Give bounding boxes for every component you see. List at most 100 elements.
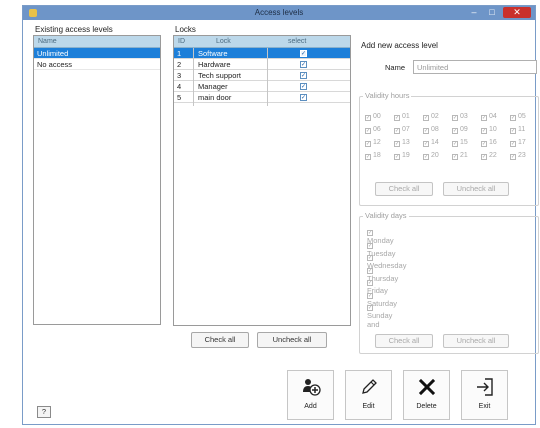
hours-uncheck-all-button[interactable]: Uncheck all bbox=[443, 182, 509, 196]
lock-select-checkbox[interactable]: ✓ bbox=[300, 61, 307, 68]
hour-checkbox[interactable]: ✓ 15 bbox=[452, 139, 468, 147]
lock-id: 2 bbox=[177, 60, 182, 69]
hour-label: 14 bbox=[431, 139, 439, 146]
checkbox-icon: ✓ bbox=[423, 128, 429, 134]
hour-label: 10 bbox=[489, 126, 497, 133]
existing-levels-list[interactable]: Name Unlimited No access bbox=[33, 35, 161, 325]
checkbox-icon: ✓ bbox=[481, 154, 487, 160]
lock-id: 3 bbox=[177, 71, 182, 80]
hour-checkbox[interactable]: ✓ 21 bbox=[452, 152, 468, 160]
exit-button[interactable]: Exit bbox=[461, 370, 508, 420]
hour-label: 21 bbox=[460, 152, 468, 159]
hour-label: 03 bbox=[460, 113, 468, 120]
locks-col-lock[interactable]: Lock bbox=[216, 36, 231, 48]
close-button[interactable]: ✕ bbox=[503, 7, 531, 18]
help-button[interactable]: ? bbox=[37, 406, 51, 418]
delete-label: Delete bbox=[416, 403, 437, 410]
lock-row[interactable]: 5 main door ✓ bbox=[174, 92, 350, 103]
checkbox-icon: ✓ bbox=[365, 154, 371, 160]
title-bar[interactable]: Access levels – □ ✕ bbox=[23, 6, 535, 20]
hour-label: 17 bbox=[518, 139, 526, 146]
checkbox-icon: ✓ bbox=[365, 115, 371, 121]
checkbox-icon: ✓ bbox=[394, 154, 400, 160]
lock-row[interactable]: 4 Manager ✓ bbox=[174, 81, 350, 92]
lock-row[interactable]: 3 Tech support ✓ bbox=[174, 70, 350, 81]
checkbox-icon: ✓ bbox=[452, 115, 458, 121]
checkbox-icon: ✓ bbox=[481, 115, 487, 121]
days-check-all-button[interactable]: Check all bbox=[375, 334, 433, 348]
lock-row[interactable]: 1 Software ✓ bbox=[174, 48, 350, 59]
add-label: Add bbox=[304, 403, 317, 410]
hour-checkbox[interactable]: ✓ 20 bbox=[423, 152, 439, 160]
day-checkbox[interactable]: ✓Sunday and bbox=[367, 301, 392, 329]
hour-checkbox[interactable]: ✓ 02 bbox=[423, 113, 439, 121]
pencil-icon bbox=[346, 371, 391, 401]
lock-select-checkbox[interactable]: ✓ bbox=[300, 72, 307, 79]
checkbox-icon: ✓ bbox=[452, 154, 458, 160]
maximize-button[interactable]: □ bbox=[483, 7, 501, 18]
hour-checkbox[interactable]: ✓ 13 bbox=[394, 139, 410, 147]
hour-label: 12 bbox=[373, 139, 381, 146]
hour-checkbox[interactable]: ✓ 09 bbox=[452, 126, 468, 134]
hour-checkbox[interactable]: ✓ 12 bbox=[365, 139, 381, 147]
checkbox-icon: ✓ bbox=[365, 128, 371, 134]
days-uncheck-all-button[interactable]: Uncheck all bbox=[443, 334, 509, 348]
name-input[interactable] bbox=[413, 60, 537, 74]
validity-hours-label: Validity hours bbox=[363, 91, 412, 100]
hour-label: 06 bbox=[373, 126, 381, 133]
hour-label: 13 bbox=[402, 139, 410, 146]
access-levels-window: Access levels – □ ✕ Existing access leve… bbox=[22, 5, 539, 425]
locks-label: Locks bbox=[173, 25, 198, 34]
hour-checkbox[interactable]: ✓ 03 bbox=[452, 113, 468, 121]
edit-button[interactable]: Edit bbox=[345, 370, 392, 420]
delete-button[interactable]: Delete bbox=[403, 370, 450, 420]
hour-checkbox[interactable]: ✓ 23 bbox=[510, 152, 526, 160]
locks-uncheck-all-button[interactable]: Uncheck all bbox=[257, 332, 327, 348]
checkbox-icon: ✓ bbox=[510, 115, 516, 121]
hour-checkbox[interactable]: ✓ 06 bbox=[365, 126, 381, 134]
access-level-item[interactable]: Unlimited bbox=[34, 48, 160, 59]
access-level-item[interactable]: No access bbox=[34, 59, 160, 70]
add-level-label: Add new access level bbox=[359, 41, 440, 50]
checkbox-icon: ✓ bbox=[423, 141, 429, 147]
window-title: Access levels bbox=[254, 8, 304, 17]
hour-checkbox[interactable]: ✓ 14 bbox=[423, 139, 439, 147]
lock-select-checkbox[interactable]: ✓ bbox=[300, 50, 307, 57]
locks-col-select[interactable]: select bbox=[288, 36, 306, 48]
hour-label: 23 bbox=[518, 152, 526, 159]
hour-checkbox[interactable]: ✓ 07 bbox=[394, 126, 410, 134]
hour-checkbox[interactable]: ✓ 16 bbox=[481, 139, 497, 147]
hour-checkbox[interactable]: ✓ 22 bbox=[481, 152, 497, 160]
checkbox-icon: ✓ bbox=[365, 141, 371, 147]
lock-row[interactable]: 2 Hardware ✓ bbox=[174, 59, 350, 70]
lock-name: main door bbox=[198, 93, 232, 102]
existing-levels-header[interactable]: Name bbox=[34, 36, 160, 48]
lock-select-checkbox[interactable]: ✓ bbox=[300, 83, 307, 90]
checkbox-icon: ✓ bbox=[510, 128, 516, 134]
hour-checkbox[interactable]: ✓ 05 bbox=[510, 113, 526, 121]
hour-checkbox[interactable]: ✓ 00 bbox=[365, 113, 381, 121]
hour-checkbox[interactable]: ✓ 19 bbox=[394, 152, 410, 160]
hour-checkbox[interactable]: ✓ 11 bbox=[510, 126, 525, 134]
add-button[interactable]: Add bbox=[287, 370, 334, 420]
hour-checkbox[interactable]: ✓ 18 bbox=[365, 152, 381, 160]
lock-select-checkbox[interactable]: ✓ bbox=[300, 94, 307, 101]
lock-name: Manager bbox=[198, 82, 228, 91]
lock-name: Software bbox=[198, 49, 228, 58]
hour-checkbox[interactable]: ✓ 17 bbox=[510, 139, 526, 147]
locks-col-id[interactable]: ID bbox=[178, 36, 185, 48]
hour-checkbox[interactable]: ✓ 10 bbox=[481, 126, 497, 134]
exit-label: Exit bbox=[478, 403, 491, 410]
hour-checkbox[interactable]: ✓ 01 bbox=[394, 113, 410, 121]
minimize-button[interactable]: – bbox=[465, 7, 483, 18]
lock-name: Hardware bbox=[198, 60, 231, 69]
hour-checkbox[interactable]: ✓ 04 bbox=[481, 113, 497, 121]
locks-table[interactable]: ID Lock select 1 Software ✓ 2 Hardware ✓ 3 Tech… bbox=[173, 35, 351, 326]
hour-label: 02 bbox=[431, 113, 439, 120]
lock-id: 1 bbox=[177, 49, 182, 58]
hour-label: 22 bbox=[489, 152, 497, 159]
locks-check-all-button[interactable]: Check all bbox=[191, 332, 249, 348]
hours-check-all-button[interactable]: Check all bbox=[375, 182, 433, 196]
action-bar: Add Edit Delete Exit bbox=[23, 362, 535, 424]
hour-checkbox[interactable]: ✓ 08 bbox=[423, 126, 439, 134]
